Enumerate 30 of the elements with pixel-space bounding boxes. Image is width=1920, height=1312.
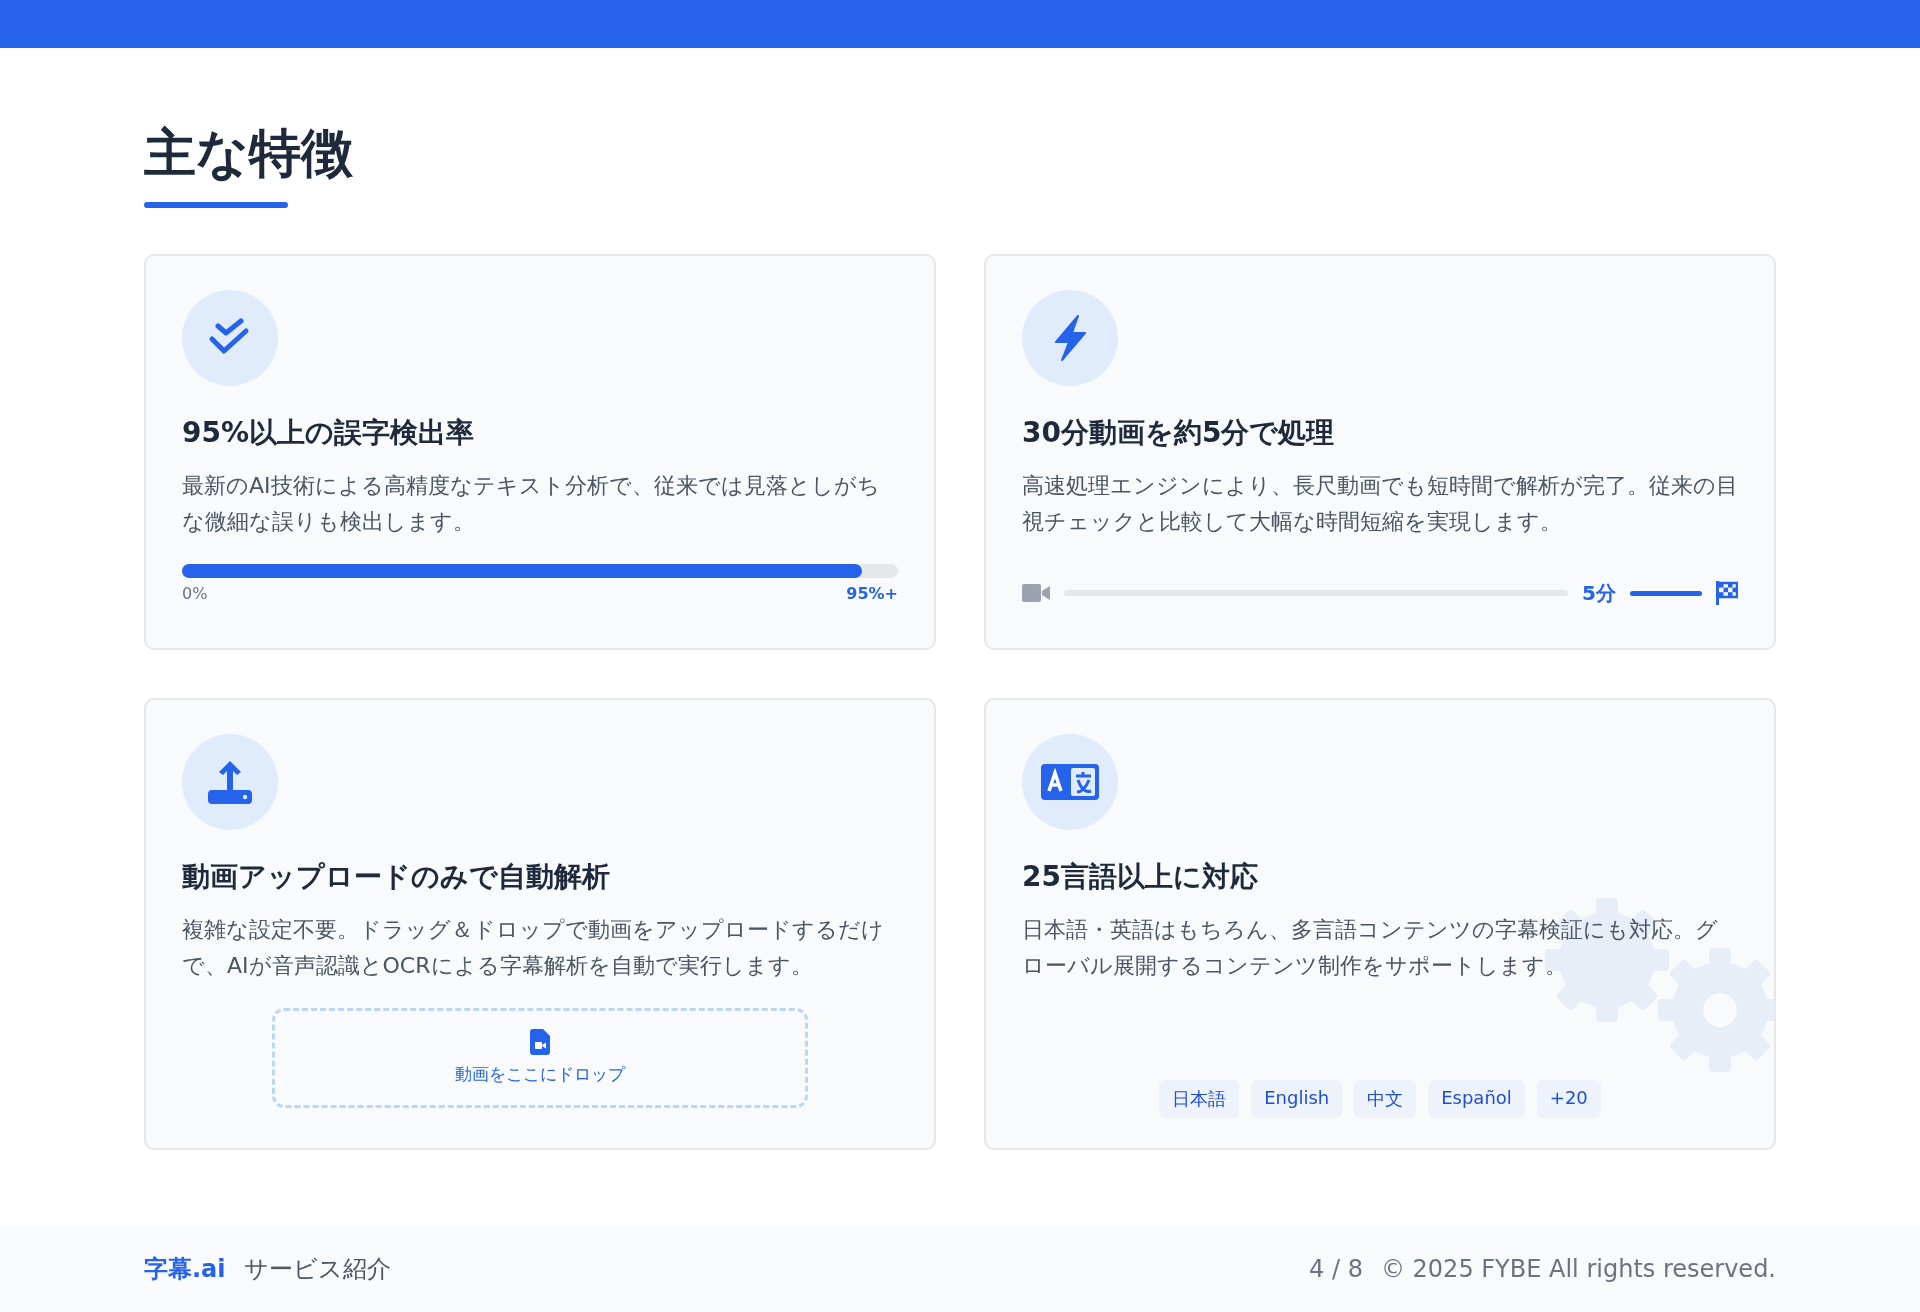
checkered-flag-icon [1716, 581, 1738, 606]
feature-title: 95%以上の誤字検出率 [182, 414, 476, 451]
feature-title: 25言語以上に対応 [1022, 858, 1259, 895]
upload-icon [207, 758, 253, 805]
feature-title: 動画アップロードのみで自動解析 [182, 858, 611, 895]
page-number: 4 / 8 [1309, 1255, 1363, 1283]
feature-description: 複雑な設定不要。ドラッグ＆ドロップで動画をアップロードするだけで、AIが音声認識とOCRによる字幕解析を自動で実行します。 [182, 915, 885, 980]
language-tag: English [1251, 1079, 1343, 1118]
copyright-text: © 2025 FYBE All rights reserved. [1380, 1255, 1776, 1283]
video-camera-icon [1022, 583, 1050, 604]
brand-logo: 字幕.ai [144, 1254, 226, 1285]
feature-title: 30分動画を約5分で処理 [1022, 414, 1336, 451]
timeline-bar [1630, 590, 1702, 596]
feature-description: 最新のAI技術による高精度なテキスト分析で、従来では見落としがちな微細な誤りも検出します。 [182, 471, 881, 536]
lightning-bolt-icon [1052, 314, 1088, 361]
translate-icon [1041, 763, 1099, 800]
feature-description: 高速処理エンジンにより、長尺動画でも短時間で解析が完了。従来の目視チェックと比較して大幅な時間短縮を実現します。 [1022, 471, 1738, 536]
progress-end-label: 95%+ [846, 583, 898, 603]
language-tag: 日本語 [1159, 1079, 1240, 1118]
page-title: 主な特徴 [144, 122, 354, 185]
feature-description: 日本語・英語はもちろん、多言語コンテンツの字幕検証にも対応。グローバル展開するコンテンツ制作をサポートします。 [1022, 915, 1719, 980]
language-tag: +20 [1536, 1079, 1601, 1118]
language-tag: 中文 [1354, 1079, 1417, 1118]
language-tag: Español [1428, 1079, 1525, 1118]
progress-start-label: 0% [182, 583, 208, 603]
timeline-label: 5分 [1582, 579, 1616, 607]
footer-subtitle: サービス紹介 [243, 1254, 391, 1285]
video-file-icon [530, 1029, 550, 1056]
drop-zone[interactable]: 動画をここにドロップ [272, 1007, 808, 1108]
drop-zone-label: 動画をここにドロップ [455, 1063, 625, 1087]
